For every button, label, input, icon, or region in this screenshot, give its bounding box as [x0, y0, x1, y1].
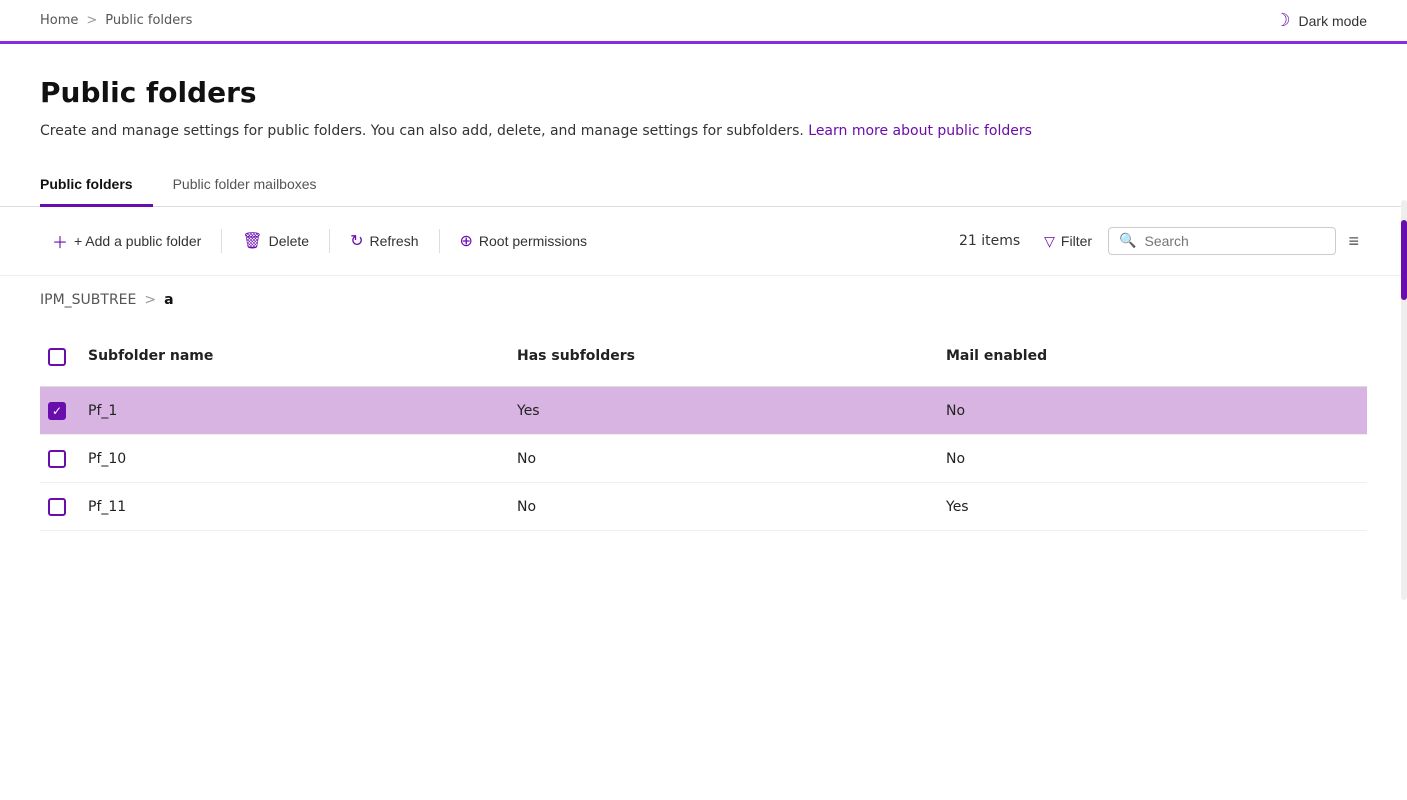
filter-icon: ▽: [1044, 233, 1055, 250]
dark-mode-button[interactable]: ☽ Dark mode: [1274, 10, 1367, 41]
column-checkbox: [40, 336, 80, 378]
tab-public-folders[interactable]: Public folders: [40, 166, 153, 207]
root-permissions-icon: ⊕: [460, 231, 473, 251]
view-toggle-icon: ≡: [1348, 231, 1359, 251]
row-has-subfolders-pf1: Yes: [509, 391, 938, 431]
moon-icon: ☽: [1274, 10, 1290, 31]
refresh-button-label: Refresh: [369, 233, 418, 249]
view-toggle-button[interactable]: ≡: [1340, 225, 1367, 258]
path-current: a: [164, 292, 173, 308]
breadcrumb-home[interactable]: Home: [40, 13, 78, 28]
row-checkbox-pf1[interactable]: [40, 390, 80, 432]
checkbox-pf1[interactable]: [48, 402, 66, 420]
table-row[interactable]: Pf_10 No No: [40, 435, 1367, 483]
row-has-subfolders-pf11: No: [509, 487, 938, 527]
search-icon: 🔍: [1119, 233, 1136, 249]
column-has-subfolders: Has subfolders: [509, 336, 938, 378]
refresh-button[interactable]: ↻ Refresh: [338, 225, 430, 257]
select-all-checkbox[interactable]: [48, 348, 66, 366]
search-input[interactable]: [1144, 233, 1325, 249]
add-icon: ＋: [52, 229, 68, 253]
delete-button-label: Delete: [269, 233, 309, 249]
column-mail-enabled: Mail enabled: [938, 336, 1367, 378]
search-box: 🔍: [1108, 227, 1336, 255]
page-description-text: Create and manage settings for public fo…: [40, 123, 804, 139]
root-permissions-button[interactable]: ⊕ Root permissions: [448, 225, 600, 257]
row-mail-enabled-pf1: No: [938, 391, 1367, 431]
tab-public-folder-mailboxes[interactable]: Public folder mailboxes: [173, 166, 337, 207]
page-title: Public folders: [40, 76, 1367, 109]
row-has-subfolders-pf10: No: [509, 439, 938, 479]
scrollbar[interactable]: [1401, 200, 1407, 600]
table-row[interactable]: Pf_1 Yes No: [40, 387, 1367, 435]
column-subfolder-name: Subfolder name: [80, 336, 509, 378]
refresh-icon: ↻: [350, 231, 363, 251]
toolbar-separator-1: [221, 229, 222, 253]
row-checkbox-pf10[interactable]: [40, 438, 80, 480]
add-button-label: + Add a public folder: [74, 233, 201, 249]
table-header: Subfolder name Has subfolders Mail enabl…: [40, 328, 1367, 387]
row-name-pf1: Pf_1: [80, 391, 509, 431]
table: Subfolder name Has subfolders Mail enabl…: [40, 328, 1367, 531]
breadcrumb-current: Public folders: [105, 13, 192, 28]
toolbar: ＋ + Add a public folder 🗑 Delete ↻ Refre…: [0, 207, 1407, 276]
row-mail-enabled-pf11: Yes: [938, 487, 1367, 527]
path-sep: >: [144, 292, 156, 308]
row-mail-enabled-pf10: No: [938, 439, 1367, 479]
page-header: Public folders Create and manage setting…: [0, 44, 1407, 158]
learn-more-link[interactable]: Learn more about public folders: [808, 123, 1032, 139]
table-row[interactable]: Pf_11 No Yes: [40, 483, 1367, 531]
breadcrumb-sep: >: [86, 13, 97, 28]
checkbox-pf10[interactable]: [48, 450, 66, 468]
filter-label: Filter: [1061, 233, 1092, 249]
page-description: Create and manage settings for public fo…: [40, 121, 1367, 142]
path-breadcrumb: IPM_SUBTREE > a: [40, 292, 1367, 308]
item-count: 21 items: [959, 233, 1020, 249]
delete-button[interactable]: 🗑 Delete: [230, 225, 321, 257]
root-permissions-label: Root permissions: [479, 233, 587, 249]
delete-icon: 🗑: [242, 231, 262, 251]
row-checkbox-pf11[interactable]: [40, 486, 80, 528]
toolbar-separator-3: [439, 229, 440, 253]
breadcrumb: Home > Public folders: [40, 13, 192, 38]
scrollbar-thumb[interactable]: [1401, 220, 1407, 300]
tabs-container: Public folders Public folder mailboxes: [0, 166, 1407, 207]
add-public-folder-button[interactable]: ＋ + Add a public folder: [40, 223, 213, 259]
row-name-pf11: Pf_11: [80, 487, 509, 527]
filter-button[interactable]: ▽ Filter: [1032, 227, 1104, 256]
checkbox-pf11[interactable]: [48, 498, 66, 516]
dark-mode-label: Dark mode: [1299, 13, 1367, 29]
toolbar-separator-2: [329, 229, 330, 253]
path-root[interactable]: IPM_SUBTREE: [40, 292, 136, 308]
row-name-pf10: Pf_10: [80, 439, 509, 479]
top-bar: Home > Public folders ☽ Dark mode: [0, 0, 1407, 44]
content-area: IPM_SUBTREE > a Subfolder name Has subfo…: [0, 276, 1407, 547]
